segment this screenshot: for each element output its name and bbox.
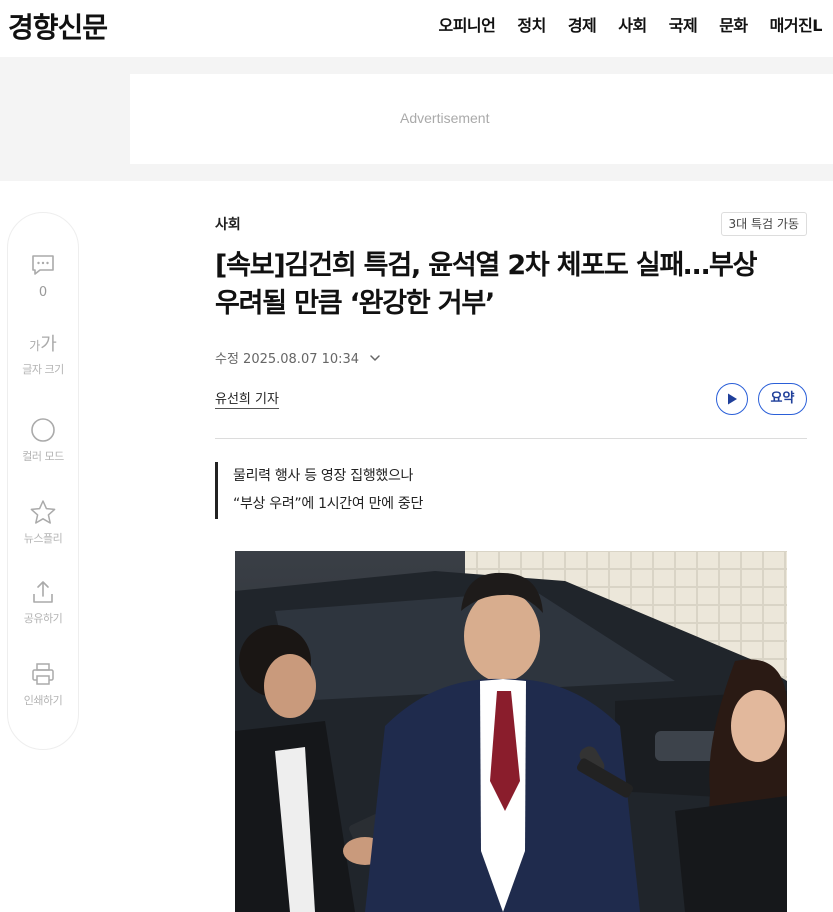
font-size-button[interactable]: 가가 글자 크기	[8, 335, 78, 377]
header-divider	[215, 438, 807, 439]
nav-item-society[interactable]: 사회	[607, 12, 657, 36]
chevron-down-icon	[370, 354, 380, 361]
star-icon	[30, 500, 56, 524]
photo-illustration	[235, 551, 787, 912]
main-nav: 오피니언 정치 경제 사회 국제 문화 매거진L	[427, 12, 833, 36]
subhead-line: “부상 우려”에 1시간여 만에 중단	[233, 496, 424, 512]
comments-button[interactable]: 0	[8, 253, 78, 300]
color-mode-label: 컬러 모드	[22, 450, 64, 463]
print-label: 인쇄하기	[23, 694, 63, 707]
article-photo[interactable]	[235, 551, 787, 912]
ad-slot[interactable]: Advertisement	[130, 74, 833, 164]
nav-item-culture[interactable]: 문화	[708, 12, 758, 36]
nav-item-opinion[interactable]: 오피니언	[427, 12, 506, 36]
dateline[interactable]: 수정 2025.08.07 10:34	[215, 348, 383, 367]
reporter-name[interactable]: 유선희 기자	[215, 388, 279, 409]
site-logo[interactable]: 경향신문	[8, 6, 108, 46]
share-label: 공유하기	[23, 612, 63, 625]
newsfully-label: 뉴스플리	[23, 532, 63, 545]
font-size-label: 글자 크기	[22, 363, 64, 376]
section-label[interactable]: 사회	[215, 214, 241, 234]
color-mode-button[interactable]: 컬러 모드	[8, 417, 78, 464]
audio-play-button[interactable]	[716, 383, 748, 415]
play-icon	[728, 393, 737, 405]
article-toolbar: 0 가가 글자 크기 컬러 모드 뉴스플리 공유하기 인쇄하기	[7, 212, 79, 750]
summary-button[interactable]: 요약	[758, 383, 807, 415]
nav-item-politics[interactable]: 정치	[506, 12, 556, 36]
comment-count: 0	[38, 285, 48, 300]
print-button[interactable]: 인쇄하기	[8, 661, 78, 708]
share-icon	[33, 581, 53, 603]
share-button[interactable]: 공유하기	[8, 579, 78, 626]
subhead-line: 물리력 행사 등 영장 집행했으나	[233, 468, 414, 484]
article-subheads: 물리력 행사 등 영장 집행했으나 “부상 우려”에 1시간여 만에 중단	[215, 462, 423, 519]
newsfully-button[interactable]: 뉴스플리	[8, 499, 78, 546]
site-header: 경향신문 오피니언 정치 경제 사회 국제 문화 매거진L	[0, 0, 833, 57]
printer-icon	[32, 663, 54, 685]
series-badge[interactable]: 3대 특검 가동	[720, 212, 807, 236]
ad-band: Advertisement	[0, 57, 833, 181]
nav-item-magazine[interactable]: 매거진L	[759, 12, 833, 36]
comment-icon	[32, 255, 54, 275]
nav-item-international[interactable]: 국제	[658, 12, 708, 36]
date-text: 수정 2025.08.07 10:34	[215, 352, 360, 367]
font-size-icon: 가가	[29, 334, 57, 355]
article-headline: [속보]김건희 특검, 윤석열 2차 체포도 실패…부상 우려될 만큼 ‘완강한…	[215, 250, 757, 319]
ad-label: Advertisement	[400, 110, 490, 126]
nav-item-economy[interactable]: 경제	[557, 12, 607, 36]
circle-icon	[31, 418, 55, 442]
